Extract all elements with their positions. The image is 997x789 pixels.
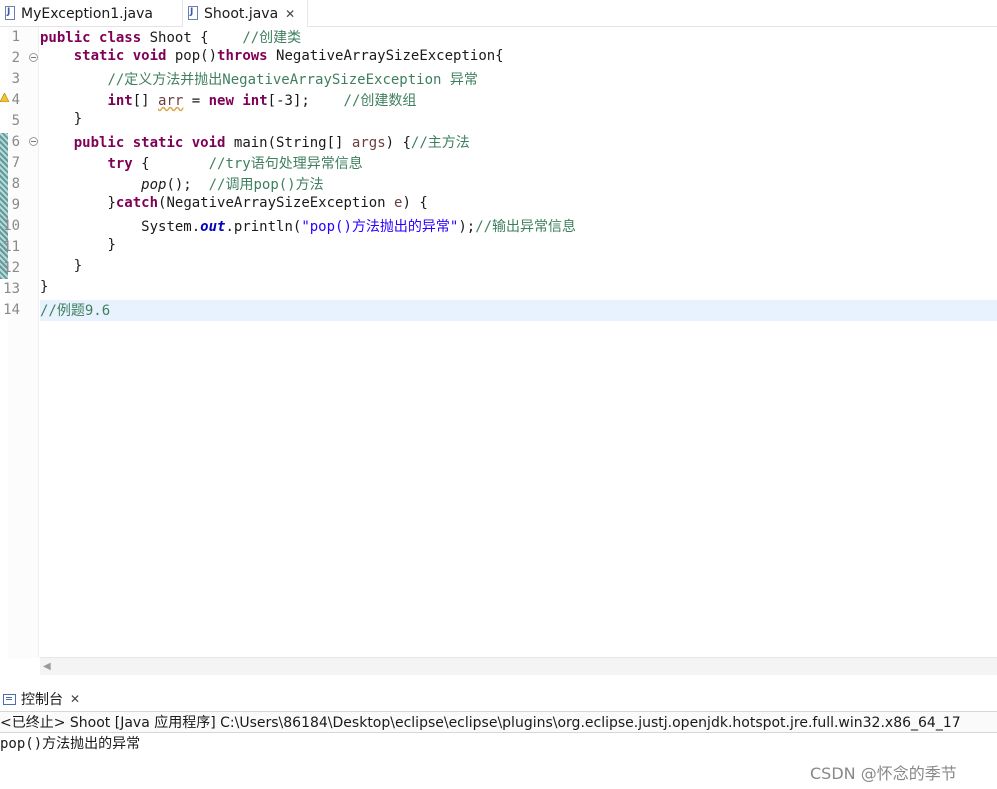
line-number: 10 (3, 218, 20, 234)
line-number: 6 (11, 134, 20, 150)
code-line-10: System.out.println("pop()方法抛出的异常");//输出异… (40, 216, 997, 237)
close-icon[interactable]: ✕ (70, 692, 80, 706)
watermark: CSDN @怀念的季节 (810, 764, 957, 783)
line-number: 2 (11, 50, 20, 66)
variable: args (351, 135, 386, 151)
keyword: static (132, 135, 184, 151)
comment: //try语句处理异常信息 (208, 156, 363, 172)
fold-minus-icon[interactable] (29, 137, 38, 146)
close-icon[interactable]: ✕ (285, 7, 295, 21)
code-editor[interactable]: 1 2 3 4 5 6 7 8 9 10 11 12 13 14 public … (0, 27, 997, 658)
comment: //输出异常信息 (475, 219, 577, 235)
code-area[interactable]: public class Shoot { //创建类 static void p… (40, 27, 997, 658)
warning-icon[interactable] (0, 93, 9, 102)
editor-tab-bar: J MyException1.java J Shoot.java ✕ (0, 0, 997, 27)
code-text: } (107, 195, 116, 211)
code-text: = (183, 93, 209, 109)
console-launch-description: <已终止> Shoot [Java 应用程序] C:\Users\86184\D… (0, 711, 997, 733)
keyword: void (132, 48, 167, 64)
comment: //主方法 (410, 135, 470, 151)
code-text: NegativeArraySizeException{ (267, 48, 504, 64)
code-text: (NegativeArraySizeException (158, 195, 395, 211)
console-monitor-icon (3, 693, 16, 705)
variable-warning[interactable]: arr (158, 93, 183, 109)
code-line-3: //定义方法并抛出NegativeArraySizeException 异常 (40, 69, 997, 90)
line-number: 8 (11, 176, 20, 192)
code-text: System. (141, 219, 201, 235)
scroll-left-arrow-icon[interactable]: ◀ (43, 661, 51, 672)
line-number: 12 (3, 260, 20, 276)
line-number: 9 (11, 197, 20, 213)
code-line-8: pop(); //调用pop()方法 (40, 174, 997, 195)
code-line-9: }catch(NegativeArraySizeException e) { (40, 195, 997, 216)
code-text: ); (458, 219, 476, 235)
comment: //例题9.6 (40, 303, 111, 319)
code-line-5: } (40, 111, 997, 132)
line-number: 1 (11, 29, 20, 45)
line-number: 3 (11, 71, 20, 87)
keyword: void (191, 135, 226, 151)
code-text: } (73, 258, 83, 274)
line-number-gutter: 1 2 3 4 5 6 7 8 9 10 11 12 13 14 (3, 27, 39, 658)
code-line-2: static void pop()throws NegativeArraySiz… (40, 48, 997, 69)
keyword: new (208, 93, 234, 109)
horizontal-scrollbar[interactable]: ◀ (40, 657, 997, 675)
keyword: int (242, 93, 268, 109)
comment: //调用pop()方法 (208, 177, 324, 193)
keyword: try (107, 156, 133, 172)
code-line-7: try { //try语句处理异常信息 (40, 153, 997, 174)
code-text: main(String[] (225, 135, 352, 151)
line-number: 13 (3, 281, 20, 297)
keyword: public (40, 30, 91, 46)
tab-shoot[interactable]: J Shoot.java ✕ (182, 0, 308, 27)
keyword: static (73, 48, 125, 64)
java-file-icon: J (186, 6, 200, 21)
code-line-13: } (40, 279, 997, 300)
code-text: pop() (166, 48, 218, 64)
code-text: } (73, 111, 83, 127)
java-file-icon: J (3, 6, 17, 21)
static-field: out (200, 219, 226, 235)
tab-label: MyException1.java (21, 5, 153, 22)
keyword: throws (217, 48, 268, 64)
tab-console[interactable]: 控制台 ✕ (0, 687, 80, 711)
code-line-1: public class Shoot { //创建类 (40, 27, 997, 48)
line-number: 4 (11, 92, 20, 108)
line-number: 14 (3, 302, 20, 318)
code-line-11: } (40, 237, 997, 258)
keyword: class (99, 30, 142, 46)
method-call: pop (141, 177, 167, 193)
keyword: public (73, 135, 125, 151)
code-text: (); (166, 177, 209, 193)
comment: //定义方法并抛出NegativeArraySizeException 异常 (107, 72, 478, 88)
keyword: int (107, 93, 133, 109)
tab-label: Shoot.java (204, 5, 279, 22)
line-number: 11 (3, 239, 20, 255)
code-text: [] (132, 93, 159, 109)
code-line-4: int[] arr = new int[-3]; //创建数组 (40, 90, 997, 111)
string-literal: "pop()方法抛出的异常" (301, 219, 459, 235)
code-text: } (40, 279, 49, 295)
code-text: Shoot { (141, 30, 243, 46)
line-number: 7 (11, 155, 20, 171)
code-text: } (107, 237, 116, 253)
console-tab-label: 控制台 (21, 692, 63, 708)
tab-myexception1[interactable]: J MyException1.java (0, 0, 178, 27)
code-line-14-current: //例题9.6 (40, 300, 997, 321)
code-text: [-3]; (267, 93, 344, 109)
comment: //创建数组 (343, 93, 417, 109)
fold-minus-icon[interactable] (29, 53, 38, 62)
console-tab-bar: 控制台 ✕ (0, 687, 997, 711)
code-text: { (132, 156, 209, 172)
code-line-12: } (40, 258, 997, 279)
code-text: ) { (402, 195, 428, 211)
code-line-6: public static void main(String[] args) {… (40, 132, 997, 153)
line-number: 5 (11, 113, 20, 129)
comment: //创建类 (242, 30, 302, 46)
console-output[interactable]: pop()方法抛出的异常 (0, 734, 140, 754)
code-text: .println( (225, 219, 302, 235)
keyword: catch (115, 195, 159, 211)
code-text: ) { (385, 135, 411, 151)
